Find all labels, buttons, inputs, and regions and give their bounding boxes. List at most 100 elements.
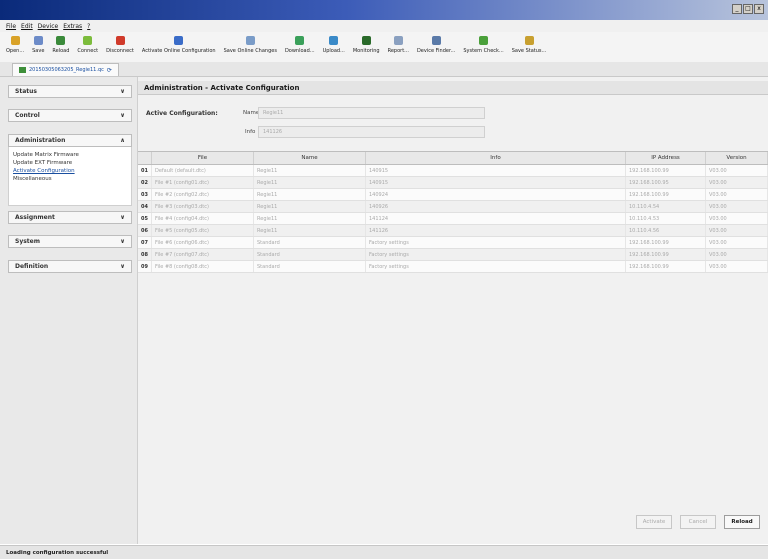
- reload-icon: [56, 36, 66, 45]
- menu-edit[interactable]: Edit: [21, 23, 33, 30]
- document-tab[interactable]: 20150305063205_Regie11.qc ⟳: [12, 63, 119, 76]
- menu-extras[interactable]: Extras: [63, 23, 82, 30]
- maximize-button[interactable]: □: [743, 4, 753, 14]
- sidebar-item-update-ext-firmware[interactable]: Update EXT Firmware: [13, 159, 127, 167]
- close-button[interactable]: x: [754, 4, 764, 14]
- status-bar: Loading configuration successful: [0, 545, 768, 559]
- sidebar-section-system[interactable]: System ∨: [8, 235, 132, 248]
- table-cell-name: Regie11: [254, 189, 366, 200]
- table-cell-version: V03.00: [706, 165, 768, 176]
- table-cell-num: 02: [138, 177, 152, 188]
- table-header-version[interactable]: Version: [706, 152, 768, 164]
- sidebar-section-label: Assignment: [15, 214, 55, 221]
- table-cell-num: 08: [138, 249, 152, 260]
- table-row[interactable]: 01 Default (default.dtc) Regie11 140915 192.…: [138, 165, 768, 177]
- menu-help[interactable]: ?: [87, 23, 90, 30]
- toolbar-button-download[interactable]: Download...: [285, 32, 315, 62]
- table-cell-info: 141126: [366, 225, 626, 236]
- main-panel: Administration - Activate Configuration …: [138, 77, 768, 544]
- table-cell-num: 07: [138, 237, 152, 248]
- toolbar-button-disconnect-plug[interactable]: Disconnect: [106, 32, 134, 62]
- toolbar-button-label: Save Online Changes: [223, 48, 277, 54]
- menu-file[interactable]: File: [6, 23, 16, 30]
- sidebar-section-status[interactable]: Status ∨: [8, 85, 132, 98]
- table-cell-name: Regie11: [254, 225, 366, 236]
- table-header-ip-address[interactable]: IP Address: [626, 152, 706, 164]
- table-cell-info: 141124: [366, 213, 626, 224]
- document-tab-bar: 20150305063205_Regie11.qc ⟳: [0, 62, 768, 77]
- table-row[interactable]: 08 File #7 (config07.dtc) Standard Factory …: [138, 249, 768, 261]
- folder-open-icon: [10, 36, 20, 45]
- table-cell-num: 06: [138, 225, 152, 236]
- table-row[interactable]: 03 File #2 (config02.dtc) Regie11 140924 192…: [138, 189, 768, 201]
- toolbar-button-connect-plug[interactable]: Connect: [77, 32, 98, 62]
- sidebar-item-activate-configuration[interactable]: Activate Configuration: [13, 167, 127, 175]
- table-header-number: [138, 152, 152, 164]
- toolbar-button-label: System Check...: [463, 48, 504, 54]
- toolbar-button-label: Save Status...: [511, 48, 547, 54]
- sidebar-item-update-matrix-firmware[interactable]: Update Matrix Firmware: [13, 151, 127, 159]
- toolbar-button-device-finder[interactable]: Device Finder...: [417, 32, 455, 62]
- administration-submenu: Update Matrix Firmware Update EXT Firmwa…: [8, 147, 132, 206]
- toolbar-button-save-status[interactable]: Save Status...: [511, 32, 547, 62]
- toolbar-button-save-changes[interactable]: Save Online Changes: [224, 32, 277, 62]
- info-field-label: Info: [245, 129, 256, 135]
- table-cell-file: File #2 (config02.dtc): [152, 189, 254, 200]
- activate-button[interactable]: Activate: [636, 515, 672, 529]
- activate-config-icon: [174, 36, 184, 45]
- sidebar: Status ∨ Control ∨ Administration ∧ Upda…: [0, 77, 138, 544]
- table-cell-name: Regie11: [254, 213, 366, 224]
- table-cell-num: 04: [138, 201, 152, 212]
- table-cell-version: V03.00: [706, 261, 768, 272]
- toolbar-button-save-disk[interactable]: Save: [32, 32, 44, 62]
- toolbar-button-folder-open[interactable]: Open...: [6, 32, 24, 62]
- table-cell-info: Factory settings: [366, 237, 626, 248]
- table-row[interactable]: 07 File #6 (config06.dtc) Standard Factory …: [138, 237, 768, 249]
- sidebar-section-label: Control: [15, 112, 40, 119]
- table-cell-ip: 192.168.100.99: [626, 249, 706, 260]
- chevron-down-icon: ∨: [120, 263, 125, 270]
- table-header-name[interactable]: Name: [254, 152, 366, 164]
- minimize-button[interactable]: _: [732, 4, 742, 14]
- table-header-file[interactable]: File: [152, 152, 254, 164]
- chevron-down-icon: ∨: [120, 88, 125, 95]
- reload-button[interactable]: Reload: [724, 515, 760, 529]
- table-cell-info: 140915: [366, 165, 626, 176]
- table-cell-info: 140924: [366, 189, 626, 200]
- toolbar-button-reload[interactable]: Reload: [52, 32, 69, 62]
- toolbar-button-monitoring[interactable]: Monitoring: [353, 32, 380, 62]
- save-disk-icon: [33, 36, 43, 45]
- table-row[interactable]: 05 File #4 (config04.dtc) Regie11 141124 10.…: [138, 213, 768, 225]
- sidebar-section-administration[interactable]: Administration ∧: [8, 134, 132, 147]
- config-file-icon: [19, 67, 26, 73]
- sidebar-item-miscellaneous[interactable]: Miscellaneous: [13, 175, 127, 183]
- table-cell-ip: 10.110.4.54: [626, 201, 706, 212]
- toolbar-button-upload[interactable]: Upload...: [323, 32, 345, 62]
- sidebar-section-assignment[interactable]: Assignment ∨: [8, 211, 132, 224]
- sidebar-section-label: Status: [15, 88, 37, 95]
- download-icon: [295, 36, 305, 45]
- table-row[interactable]: 04 File #3 (config03.dtc) Regie11 140926 10.…: [138, 201, 768, 213]
- table-row[interactable]: 06 File #5 (config05.dtc) Regie11 141126 10.…: [138, 225, 768, 237]
- table-row[interactable]: 02 File #1 (config01.dtc) Regie11 140915 192…: [138, 177, 768, 189]
- table-row[interactable]: 09 File #8 (config08.dtc) Standard Factory …: [138, 261, 768, 273]
- toolbar-button-activate-config[interactable]: Activate Online Configuration: [142, 32, 216, 62]
- toolbar-button-report[interactable]: Report...: [388, 32, 409, 62]
- document-tab-label: 20150305063205_Regie11.qc: [29, 67, 104, 73]
- table-cell-name: Regie11: [254, 177, 366, 188]
- table-header-info[interactable]: Info: [366, 152, 626, 164]
- sidebar-section-control[interactable]: Control ∨: [8, 109, 132, 122]
- cancel-button[interactable]: Cancel: [680, 515, 716, 529]
- sidebar-section-definition[interactable]: Definition ∨: [8, 260, 132, 273]
- menu-device[interactable]: Device: [38, 23, 59, 30]
- tab-close-icon[interactable]: ⟳: [107, 67, 112, 74]
- name-field-label: Name: [243, 110, 260, 116]
- toolbar-button-label: Disconnect: [106, 48, 134, 54]
- toolbar-button-system-check[interactable]: System Check...: [463, 32, 504, 62]
- connect-plug-icon: [83, 36, 93, 45]
- table-cell-name: Standard: [254, 261, 366, 272]
- disconnect-plug-icon: [115, 36, 125, 45]
- sidebar-section-label: System: [15, 238, 40, 245]
- chevron-down-icon: ∨: [120, 214, 125, 221]
- table-cell-file: File #6 (config06.dtc): [152, 237, 254, 248]
